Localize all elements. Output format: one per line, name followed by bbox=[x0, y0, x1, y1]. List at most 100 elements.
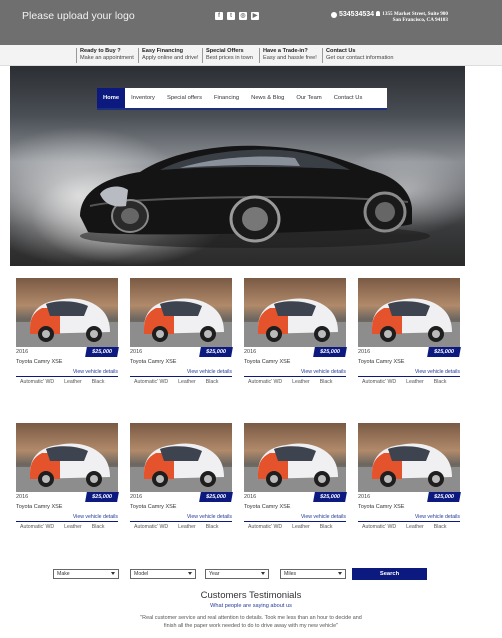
view-details-link[interactable]: View vehicle details bbox=[415, 369, 460, 375]
phone-number[interactable]: 534534534 bbox=[331, 11, 374, 18]
testimonials-title: Customers Testimonials bbox=[200, 590, 302, 601]
view-details-link[interactable]: View vehicle details bbox=[73, 514, 118, 520]
vehicle-year: 2016 bbox=[358, 494, 371, 500]
phone-icon bbox=[331, 11, 337, 18]
miles-select[interactable]: Miles bbox=[280, 569, 346, 579]
spec-color: Black bbox=[91, 379, 105, 385]
vehicle-card[interactable]: $25,000 2016 Toyota Camry XSE View vehicle … bbox=[16, 278, 119, 393]
price-badge: $25,000 bbox=[313, 492, 347, 502]
vehicle-card[interactable]: $25,000 2016 Toyota Camry XSE View vehicle … bbox=[358, 423, 461, 538]
spec-color: Black bbox=[205, 379, 219, 385]
view-details-link[interactable]: View vehicle details bbox=[301, 369, 346, 375]
info-trade-in[interactable]: Have a Trade-in? Easy and hassle free! bbox=[259, 48, 317, 63]
nav-news-blog[interactable]: News & Blog bbox=[245, 88, 290, 108]
vehicle-model[interactable]: Toyota Camry XSE bbox=[244, 504, 290, 510]
twitter-icon[interactable]: t bbox=[227, 12, 235, 20]
spec-color: Black bbox=[433, 379, 447, 385]
vehicle-card[interactable]: $25,000 2016 Toyota Camry XSE View vehicle … bbox=[130, 278, 233, 393]
info-easy-financing[interactable]: Easy Financing Apply online and drive! bbox=[138, 48, 199, 63]
spec-interior: Leather bbox=[178, 524, 196, 530]
card-divider bbox=[16, 376, 118, 377]
vehicle-photo[interactable] bbox=[358, 423, 460, 492]
vehicle-card[interactable]: $25,000 2016 Toyota Camry XSE View vehicle … bbox=[244, 423, 347, 538]
miles-select-value: Miles bbox=[284, 571, 297, 577]
price-badge: $25,000 bbox=[85, 492, 119, 502]
card-divider bbox=[244, 521, 346, 522]
vehicle-year: 2016 bbox=[244, 349, 257, 355]
nav-contact-us[interactable]: Contact Us bbox=[328, 88, 369, 108]
year-select-value: Year bbox=[209, 571, 220, 577]
vehicle-photo[interactable] bbox=[130, 423, 232, 492]
vehicle-card[interactable]: $25,000 2016 Toyota Camry XSE View vehicle … bbox=[130, 423, 233, 538]
card-divider bbox=[130, 376, 232, 377]
vehicle-photo[interactable] bbox=[130, 278, 232, 347]
price-badge: $25,000 bbox=[199, 492, 233, 502]
instagram-icon[interactable]: ◎ bbox=[239, 12, 247, 20]
spec-transmission: Automatic' WD bbox=[20, 379, 55, 385]
vehicle-photo[interactable] bbox=[244, 278, 346, 347]
facebook-icon[interactable]: f bbox=[215, 12, 223, 20]
vehicle-photo[interactable] bbox=[16, 423, 118, 492]
nav-inventory[interactable]: Inventory bbox=[125, 88, 161, 108]
info-bar: Ready to Buy ? Make an appointment Easy F… bbox=[0, 45, 502, 66]
vehicle-model[interactable]: Toyota Camry XSE bbox=[130, 359, 176, 365]
view-details-link[interactable]: View vehicle details bbox=[301, 514, 346, 520]
card-divider bbox=[358, 376, 460, 377]
vehicle-specs: Automatic' WD Leather Black bbox=[134, 379, 232, 385]
vehicle-year: 2016 bbox=[358, 349, 371, 355]
vehicle-specs: Automatic' WD Leather Black bbox=[362, 524, 460, 530]
nav-our-team[interactable]: Our Team bbox=[290, 88, 327, 108]
vehicle-card[interactable]: $25,000 2016 Toyota Camry XSE View vehicle … bbox=[358, 278, 461, 393]
year-select[interactable]: Year bbox=[205, 569, 269, 579]
vehicle-year: 2016 bbox=[130, 349, 143, 355]
vehicle-photo[interactable] bbox=[16, 278, 118, 347]
vehicle-specs: Automatic' WD Leather Black bbox=[362, 379, 460, 385]
vehicle-photo[interactable] bbox=[358, 278, 460, 347]
phone-text: 534534534 bbox=[339, 11, 375, 18]
spec-transmission: Automatic' WD bbox=[134, 524, 169, 530]
spec-transmission: Automatic' WD bbox=[248, 524, 283, 530]
social-links: f t ◎ ▶ bbox=[215, 12, 259, 20]
nav-financing[interactable]: Financing bbox=[208, 88, 245, 108]
spec-transmission: Automatic' WD bbox=[134, 379, 169, 385]
nav-home[interactable]: Home bbox=[97, 88, 126, 108]
make-select[interactable]: Make bbox=[53, 569, 119, 579]
search-button[interactable]: Search bbox=[352, 568, 427, 580]
view-details-link[interactable]: View vehicle details bbox=[187, 514, 232, 520]
spec-color: Black bbox=[319, 379, 333, 385]
logo-placeholder[interactable]: Please upload your logo bbox=[22, 10, 135, 22]
model-select[interactable]: Model bbox=[130, 569, 196, 579]
info-text: Best prices in town bbox=[206, 54, 253, 61]
top-bar: Please upload your logo f t ◎ ▶ 53453453… bbox=[0, 0, 502, 45]
chevron-down-icon bbox=[261, 572, 265, 575]
price-badge: $25,000 bbox=[199, 347, 233, 357]
info-ready-to-buy[interactable]: Ready to Buy ? Make an appointment bbox=[76, 48, 134, 63]
price-badge: $25,000 bbox=[85, 347, 119, 357]
view-details-link[interactable]: View vehicle details bbox=[73, 369, 118, 375]
price-badge: $25,000 bbox=[427, 492, 461, 502]
vehicle-card[interactable]: $25,000 2016 Toyota Camry XSE View vehicle … bbox=[244, 278, 347, 393]
spec-transmission: Automatic' WD bbox=[248, 379, 283, 385]
vehicle-specs: Automatic' WD Leather Black bbox=[248, 379, 346, 385]
vehicle-model[interactable]: Toyota Camry XSE bbox=[130, 504, 176, 510]
vehicle-card[interactable]: $25,000 2016 Toyota Camry XSE View vehicle … bbox=[16, 423, 119, 538]
vehicle-model[interactable]: Toyota Camry XSE bbox=[16, 504, 62, 510]
vehicle-model[interactable]: Toyota Camry XSE bbox=[358, 359, 404, 365]
nav-special-offers[interactable]: Special offers bbox=[161, 88, 208, 108]
card-divider bbox=[358, 521, 460, 522]
info-text: Easy and hassle free! bbox=[263, 54, 317, 61]
info-contact-us[interactable]: Contact Us Get our contact information bbox=[322, 48, 393, 63]
info-special-offers[interactable]: Special Offers Best prices in town bbox=[202, 48, 253, 63]
vehicle-specs: Automatic' WD Leather Black bbox=[20, 524, 118, 530]
vehicle-model[interactable]: Toyota Camry XSE bbox=[358, 504, 404, 510]
view-details-link[interactable]: View vehicle details bbox=[415, 514, 460, 520]
vehicle-photo[interactable] bbox=[244, 423, 346, 492]
vehicle-model[interactable]: Toyota Camry XSE bbox=[244, 359, 290, 365]
spec-transmission: Automatic' WD bbox=[362, 524, 397, 530]
vehicle-specs: Automatic' WD Leather Black bbox=[248, 524, 346, 530]
vehicle-specs: Automatic' WD Leather Black bbox=[20, 379, 118, 385]
card-divider bbox=[130, 521, 232, 522]
view-details-link[interactable]: View vehicle details bbox=[187, 369, 232, 375]
youtube-icon[interactable]: ▶ bbox=[251, 12, 259, 20]
vehicle-model[interactable]: Toyota Camry XSE bbox=[16, 359, 62, 365]
